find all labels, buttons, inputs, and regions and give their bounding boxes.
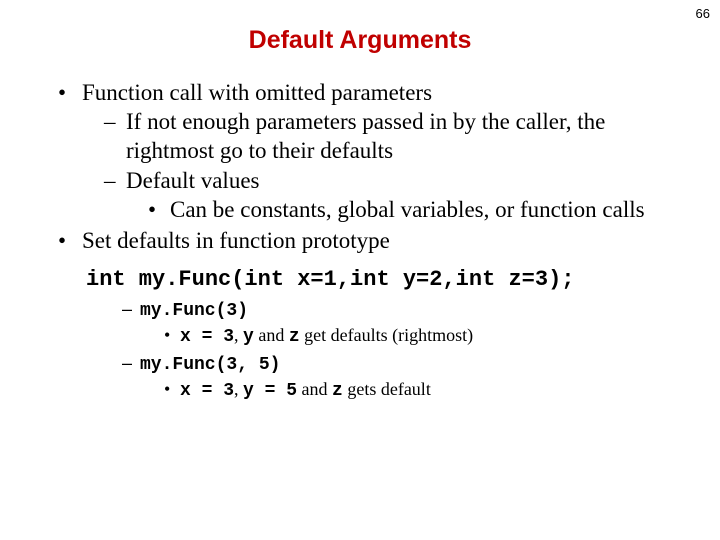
ex1-comma: , [234, 325, 243, 345]
ex1-and: and [254, 325, 289, 345]
example-2: my.Func(3, 5) x = 3, y = 5 and z gets de… [122, 351, 680, 404]
ex2-x: x = 3 [180, 381, 234, 401]
example-1-call: my.Func(3) [140, 301, 248, 321]
ex2-z: z [332, 381, 343, 401]
ex2-y: y = 5 [243, 381, 297, 401]
ex1-tail: get defaults (rightmost) [300, 325, 473, 345]
bullet-1-text: Function call with omitted parameters [82, 80, 432, 105]
ex2-tail: gets default [343, 379, 431, 399]
ex2-and: and [297, 379, 332, 399]
bullet-1-2-1: Can be constants, global variables, or f… [148, 196, 680, 225]
example-1-result: x = 3, y and z get defaults (rightmost) [164, 323, 680, 349]
bullet-1-1: If not enough parameters passed in by th… [104, 108, 680, 166]
ex1-y: y [243, 327, 254, 347]
ex1-z: z [289, 327, 300, 347]
bullet-1-2: Default values Can be constants, global … [104, 167, 680, 225]
example-2-result: x = 3, y = 5 and z gets default [164, 377, 680, 403]
slide-title: Default Arguments [40, 26, 680, 55]
prototype-code: int my.Func(int x=1,int y=2,int z=3); [86, 266, 680, 294]
bullet-1: Function call with omitted parameters If… [58, 79, 680, 225]
example-2-call: my.Func(3, 5) [140, 355, 280, 375]
ex2-comma: , [234, 379, 243, 399]
page-number: 66 [696, 6, 710, 21]
examples-block: my.Func(3) x = 3, y and z get defaults (… [50, 297, 680, 403]
bullet-2: Set defaults in function prototype [58, 227, 680, 256]
ex1-x: x = 3 [180, 327, 234, 347]
slide-content: Function call with omitted parameters If… [40, 79, 680, 403]
bullet-1-2-text: Default values [126, 168, 259, 193]
example-1: my.Func(3) x = 3, y and z get defaults (… [122, 297, 680, 350]
